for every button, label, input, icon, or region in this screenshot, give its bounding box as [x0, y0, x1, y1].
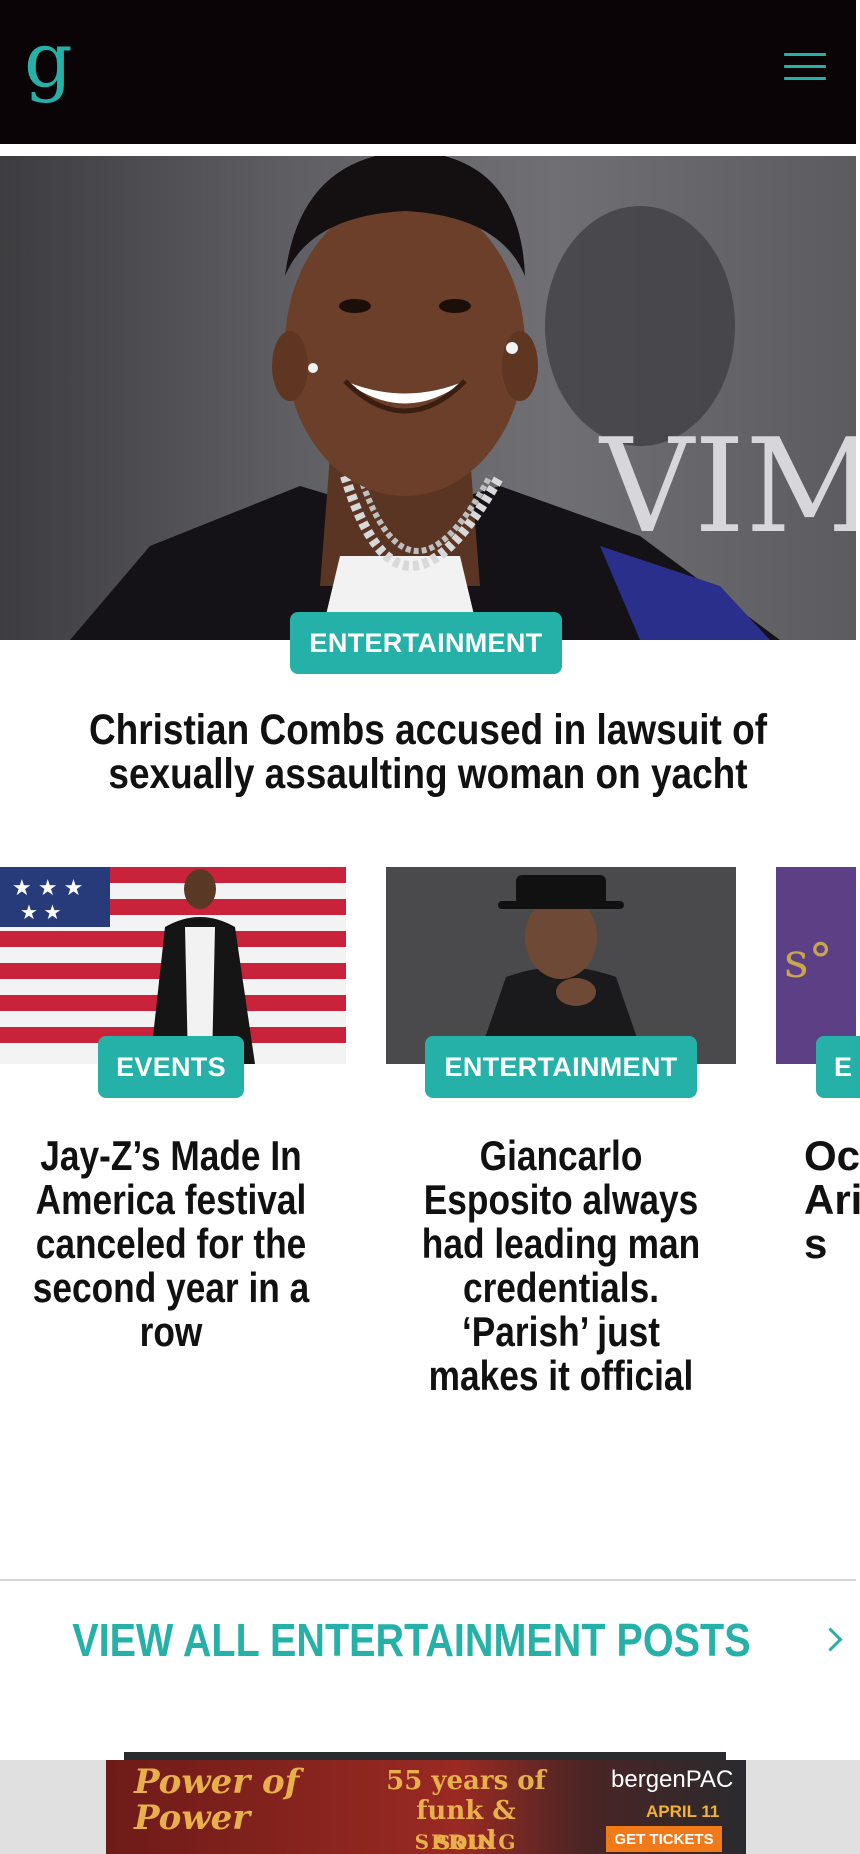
- card-2-headline[interactable]: Giancarlo Esposito always had leading ma…: [409, 1134, 713, 1398]
- ad-season: SPRING 2024: [414, 1830, 518, 1854]
- card-3-category-badge[interactable]: E: [816, 1036, 860, 1098]
- header-divider: [0, 146, 856, 156]
- hero-headline[interactable]: Christian Combs accused in lawsuit of se…: [60, 708, 796, 796]
- card-image-esposito[interactable]: [386, 867, 736, 1064]
- view-all-label: VIEW ALL ENTERTAINMENT POSTS: [71, 1614, 751, 1666]
- view-all-entertainment-link[interactable]: VIEW ALL ENTERTAINMENT POSTS: [0, 1612, 856, 1668]
- chevron-right-icon: [818, 1627, 843, 1652]
- ad-date: APRIL 11: [646, 1802, 720, 1821]
- hero-category-badge[interactable]: ENTERTAINMENT: [290, 612, 562, 674]
- svg-text:★ ★ ★: ★ ★ ★: [12, 875, 83, 900]
- site-header: g: [0, 0, 856, 144]
- hero-image[interactable]: VIM: [0, 156, 856, 640]
- get-tickets-button[interactable]: GET TICKETS: [606, 1826, 722, 1852]
- ad-title: Power of Power: [134, 1762, 300, 1838]
- card-image-jayz[interactable]: ★ ★ ★ ★ ★: [0, 867, 346, 1064]
- card-1-headline[interactable]: Jay-Z’s Made In America festival cancele…: [24, 1134, 318, 1354]
- svg-text:★ ★: ★ ★: [20, 902, 61, 924]
- card-3-image-text: s°: [784, 933, 833, 989]
- site-logo[interactable]: g: [24, 22, 73, 98]
- card-3-headline[interactable]: Oc Ari s: [796, 1134, 860, 1266]
- section-divider: [0, 1579, 856, 1581]
- ad-venue: bergenPAC: [611, 1766, 734, 1793]
- hamburger-menu-icon[interactable]: [784, 53, 826, 81]
- card-2-category-badge[interactable]: ENTERTAINMENT: [425, 1036, 697, 1098]
- advertisement-banner[interactable]: Power of Power 55 years of funk & soul S…: [106, 1760, 746, 1854]
- card-3-headline-text: Oc Ari s: [804, 1132, 860, 1267]
- card-image-3[interactable]: s°: [776, 867, 856, 1064]
- card-1-category-badge[interactable]: EVENTS: [98, 1036, 244, 1098]
